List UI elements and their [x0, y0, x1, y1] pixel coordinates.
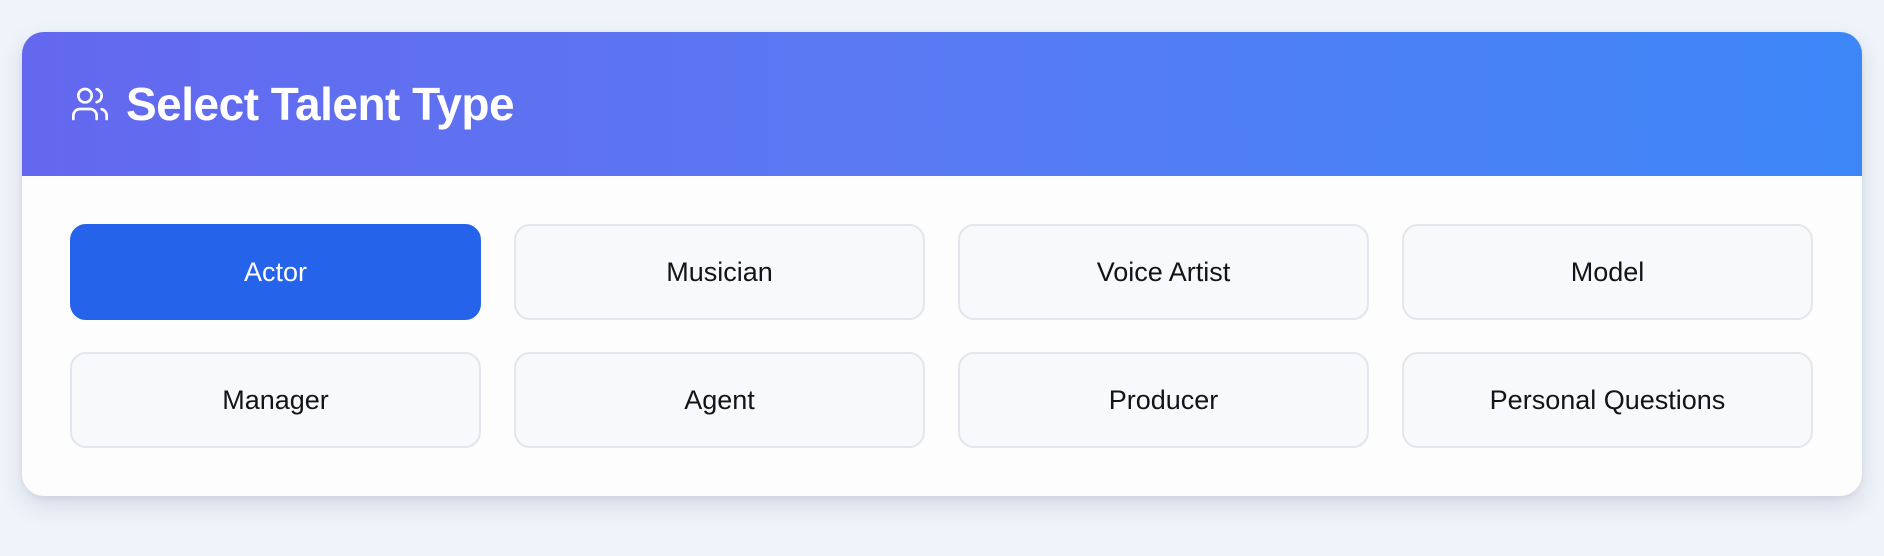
option-personal-questions-button[interactable]: Personal Questions — [1402, 352, 1813, 448]
page-title: Select Talent Type — [126, 78, 515, 130]
users-icon — [70, 84, 110, 124]
option-agent-button[interactable]: Agent — [514, 352, 925, 448]
card-header: Select Talent Type — [22, 32, 1862, 176]
talent-type-card: Select Talent Type Actor Musician Voice … — [22, 32, 1862, 496]
option-model-button[interactable]: Model — [1402, 224, 1813, 320]
option-actor-button[interactable]: Actor — [70, 224, 481, 320]
talent-type-options: Actor Musician Voice Artist Model Manage… — [70, 224, 1815, 448]
option-manager-button[interactable]: Manager — [70, 352, 481, 448]
option-voice-artist-button[interactable]: Voice Artist — [958, 224, 1369, 320]
option-musician-button[interactable]: Musician — [514, 224, 925, 320]
option-producer-button[interactable]: Producer — [958, 352, 1369, 448]
